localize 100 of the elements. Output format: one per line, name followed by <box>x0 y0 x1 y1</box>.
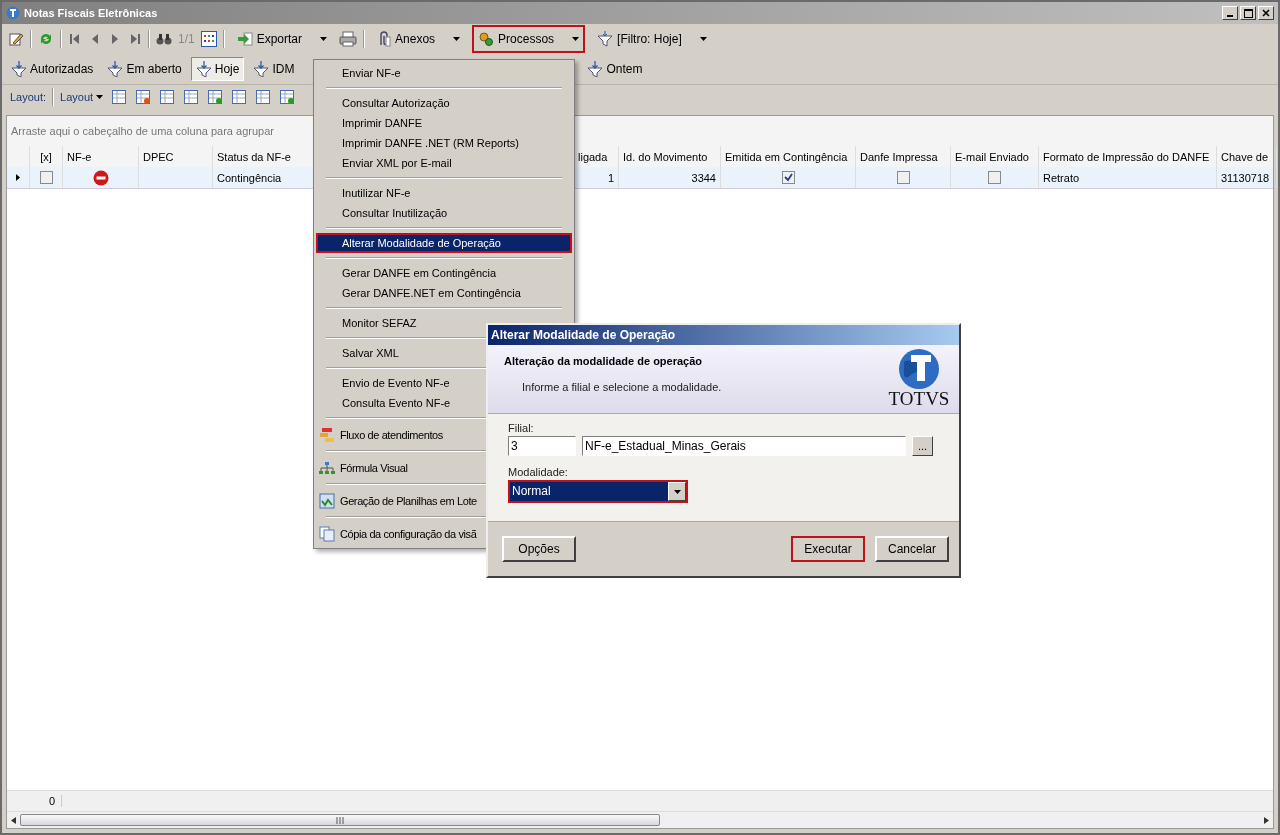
export-arrow-icon <box>236 31 253 47</box>
filter-tab[interactable]: Hoje <box>190 57 245 81</box>
dialog-title: Alterar Modalidade de Operação <box>491 328 676 342</box>
column-header[interactable]: NF-e <box>67 150 92 163</box>
globe-logo-icon <box>898 348 940 390</box>
hierarchy-icon <box>319 460 335 475</box>
row-indicator-icon <box>16 174 20 181</box>
column-header[interactable]: Id. do Movimento <box>623 150 708 163</box>
toolbar-dropdown-button[interactable]: [Filtro: Hoje] <box>591 25 713 53</box>
scroll-right-icon[interactable] <box>1264 816 1269 824</box>
filter-icon <box>253 61 270 77</box>
menu-item[interactable]: Consultar Inutilização <box>316 203 572 223</box>
column-header[interactable]: DPEC <box>143 150 174 163</box>
edit-icon[interactable] <box>8 31 24 47</box>
menu-item[interactable]: Gerar DANFE.NET em Contingência <box>316 283 572 303</box>
flow-icon <box>319 426 335 443</box>
binoculars-icon[interactable] <box>156 32 172 46</box>
logo-text: TOTVS <box>888 390 950 408</box>
menu-item[interactable]: Inutilizar NF-e <box>316 183 572 203</box>
column-header[interactable]: [x] <box>40 150 52 163</box>
gears-icon <box>478 31 495 47</box>
maximize-button[interactable] <box>1240 6 1256 20</box>
table-cell: Contingência <box>217 171 282 184</box>
menu-item[interactable]: Enviar NF-e <box>316 63 572 83</box>
menu-item[interactable]: Imprimir DANFE <box>316 113 572 133</box>
layout-tool-icon[interactable] <box>207 89 224 105</box>
printer-icon[interactable] <box>339 31 358 47</box>
stop-icon <box>92 169 109 186</box>
menu-item[interactable]: Alterar Modalidade de Operação <box>316 233 572 253</box>
close-button[interactable] <box>1258 6 1274 20</box>
caret-icon <box>320 37 328 41</box>
grid-icon[interactable] <box>200 31 217 47</box>
scroll-left-icon[interactable] <box>11 816 16 824</box>
horizontal-scrollbar[interactable] <box>7 811 1273 828</box>
dialog-button[interactable]: Opções <box>502 536 576 562</box>
last-record-icon[interactable] <box>128 32 142 46</box>
grip-icon <box>336 816 344 824</box>
column-header[interactable]: E-mail Enviado <box>955 150 1029 163</box>
dialog-subtitle: Informe a filial e selecione a modalidade. <box>521 381 723 393</box>
menu-item[interactable]: Enviar XML por E-mail <box>316 153 572 173</box>
filter-icon <box>195 61 212 77</box>
layout-tool-icon[interactable] <box>279 89 296 105</box>
dialog-button[interactable]: Executar <box>791 536 865 562</box>
menu-item[interactable]: Consultar Autorização <box>316 93 572 113</box>
dialog-button[interactable]: Cancelar <box>875 536 949 562</box>
copy-icon <box>319 525 335 542</box>
filial-code-field[interactable]: 3 <box>508 436 576 456</box>
column-header[interactable]: Formato de Impressão do DANFE <box>1043 150 1210 163</box>
filter-tab[interactable]: Autorizadas <box>6 57 99 81</box>
toolbar-dropdown-button[interactable]: Processos <box>472 25 586 53</box>
menu-item[interactable]: Gerar DANFE em Contingência <box>316 263 572 283</box>
browse-button[interactable]: ... <box>912 436 933 456</box>
caret-icon <box>453 37 461 41</box>
column-header[interactable]: Chave de <box>1221 150 1269 163</box>
first-record-icon[interactable] <box>68 32 82 46</box>
window-title: Notas Fiscais Eletrônicas <box>24 7 158 19</box>
record-count: 0 <box>7 795 62 807</box>
column-header[interactable]: Emitida em Contingência <box>725 150 848 163</box>
table-cell: 3344 <box>691 171 716 184</box>
field-label: Modalidade: <box>508 466 569 478</box>
checkbox[interactable] <box>781 171 795 184</box>
close-icon <box>1262 9 1270 17</box>
toolbar-dropdown-button[interactable]: Anexos <box>371 25 467 53</box>
layout-tool-icon[interactable] <box>231 89 248 105</box>
table-cell: Retrato <box>1043 171 1080 184</box>
layout-menu-button[interactable]: Layout <box>60 91 104 103</box>
dialog-heading: Alteração da modalidade de operação <box>504 355 704 367</box>
caret-icon <box>96 95 104 99</box>
checkbox[interactable] <box>896 171 910 184</box>
modalidade-select[interactable]: Normal <box>508 480 688 503</box>
filter-tab[interactable]: IDM <box>248 57 300 81</box>
scroll-thumb[interactable] <box>20 814 660 826</box>
table-cell: 1 <box>607 171 614 184</box>
menu-item[interactable]: Fórmula Visual <box>340 457 408 478</box>
checkbox[interactable] <box>988 171 1001 184</box>
layout-tool-icon[interactable] <box>255 89 272 105</box>
table-cell: 31130718 <box>1221 171 1270 184</box>
layout-tool-icon[interactable] <box>183 89 200 105</box>
layout-tool-icon[interactable] <box>159 89 176 105</box>
minimize-button[interactable] <box>1222 6 1238 20</box>
column-header[interactable]: Status da NF-e <box>217 150 291 163</box>
layout-tool-icon[interactable] <box>111 89 128 105</box>
filter-icon <box>587 61 604 77</box>
toolbar-dropdown-button[interactable]: Exportar <box>230 25 334 53</box>
menu-item[interactable]: Geração de Planilhas em Lote <box>340 490 477 511</box>
filter-tab[interactable]: Em aberto <box>102 57 187 81</box>
app-logo-icon <box>6 6 20 20</box>
spreadsheet-icon <box>319 492 335 509</box>
column-header[interactable]: ligada <box>578 150 608 163</box>
filter-icon <box>11 61 27 77</box>
column-header[interactable]: Danfe Impressa <box>860 150 938 163</box>
menu-item[interactable]: Fluxo de atendimentos <box>340 424 443 445</box>
layout-tool-icon[interactable] <box>135 89 152 105</box>
checkbox[interactable] <box>39 171 53 184</box>
filter-tab[interactable]: Ontem <box>582 57 648 81</box>
paperclip-icon <box>377 31 392 47</box>
maximize-icon <box>1243 8 1253 18</box>
filial-name-field[interactable]: NF-e_Estadual_Minas_Gerais <box>582 436 906 456</box>
menu-item[interactable]: Cópia da configuração da visã <box>340 523 477 544</box>
field-label: Filial: <box>508 422 535 434</box>
